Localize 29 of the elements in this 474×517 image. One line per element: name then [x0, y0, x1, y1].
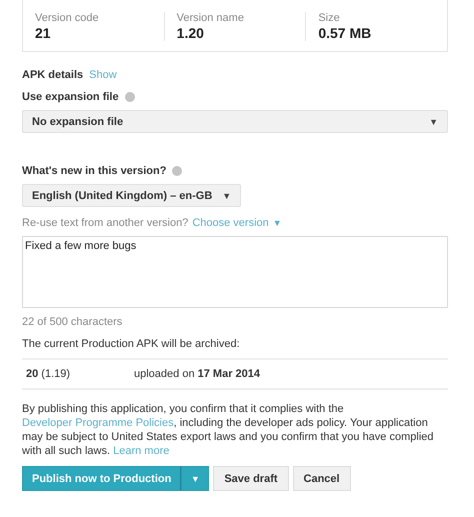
save-draft-button[interactable]: Save draft [213, 466, 289, 491]
stat-value: 0.57 MB [318, 25, 372, 41]
caret-icon: ▼ [272, 218, 282, 228]
cancel-button[interactable]: Cancel [292, 466, 351, 491]
character-count: 22 of 500 characters [22, 316, 122, 328]
caret-icon: ▼ [222, 190, 232, 200]
publish-button[interactable]: Publish now to Production [22, 466, 182, 491]
section-label: Use expansion file [22, 91, 119, 103]
caret-icon: ▼ [429, 116, 438, 126]
version-cell-text: 20 (1.19) [26, 368, 72, 380]
expansion-dropdown[interactable]: No expansion file ▼ [22, 110, 448, 133]
stat-value: 1.20 [176, 25, 205, 41]
stat-value: 21 [35, 25, 52, 41]
stat-label: Size [318, 12, 341, 24]
publish-options-button[interactable]: ▼ [181, 466, 210, 491]
stat-label: Version name [176, 12, 245, 24]
language-dropdown[interactable]: English (United Kingdom) – en-GB ▼ [22, 184, 242, 207]
release-notes-field[interactable]: Fixed a few more bugs [22, 236, 448, 308]
choose-version-link[interactable]: Choose version [192, 217, 269, 229]
stat-label: Version code [35, 12, 100, 24]
policy-link[interactable]: Developer Programme Policies [22, 417, 174, 429]
section-label: APK details [22, 69, 84, 81]
reuse-text: Re-use text from another version? [22, 217, 188, 229]
section-label: What's new in this version? [22, 165, 166, 177]
policy-notice: By publishing this application, you confirm that it complies with the Developer Programme Policies, including the developer ads policy. Your application may be subject to United States export laws and you confirm that you have complied with all such laws. Learn more [22, 402, 434, 458]
show-link[interactable]: Show [89, 69, 117, 81]
upload-date-cell: uploaded on 17 Mar 2014 [134, 368, 260, 380]
archive-note: The current Production APK will be archived: [22, 338, 240, 350]
policy-link[interactable]: Learn more [113, 445, 170, 457]
